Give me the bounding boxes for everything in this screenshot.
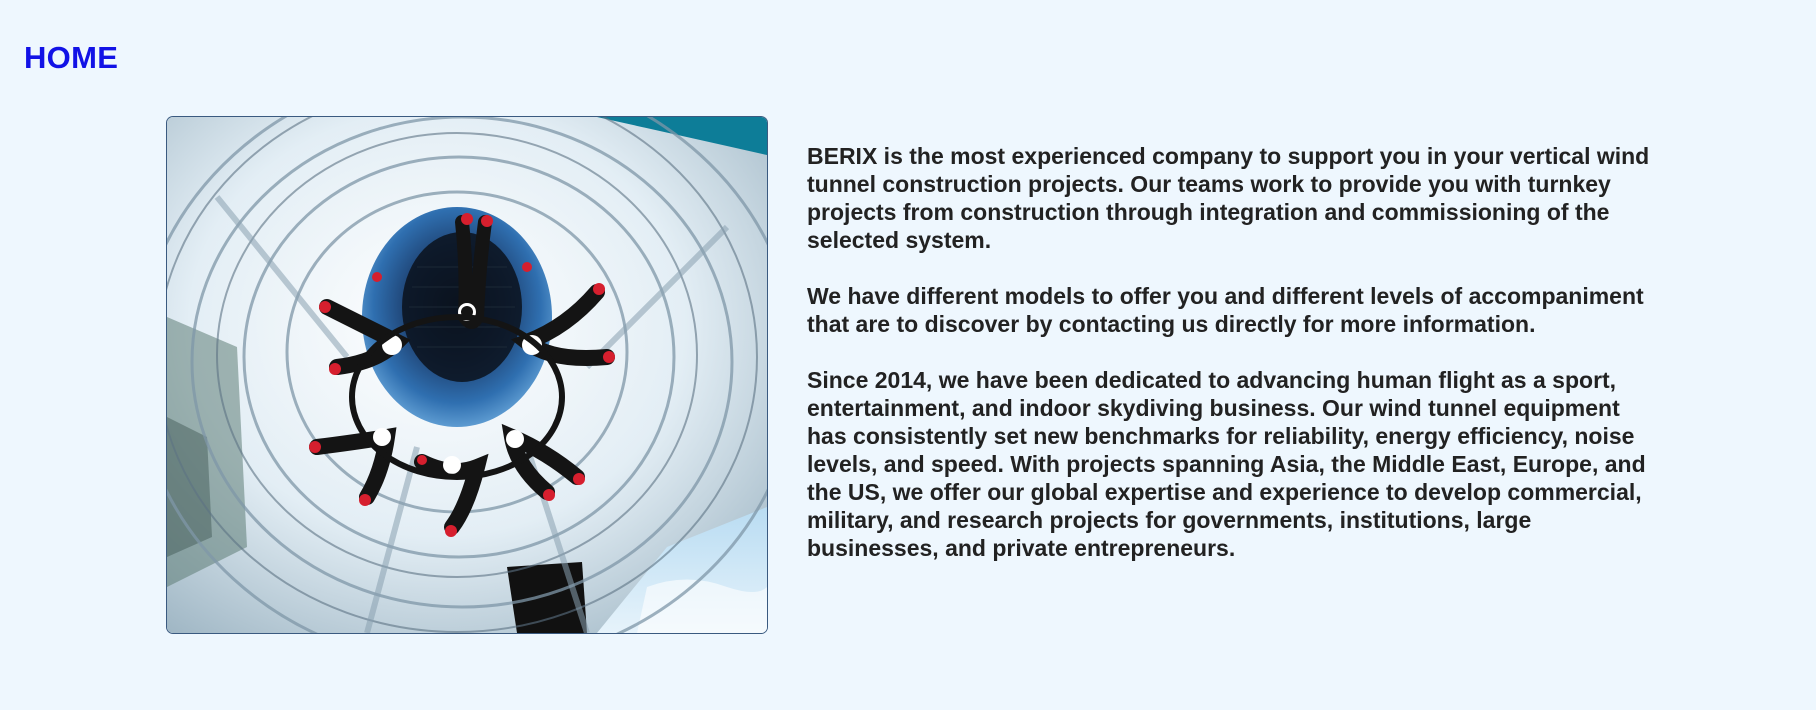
- wind-tunnel-photo: [167, 117, 767, 633]
- intro-paragraph: BERIX is the most experienced company to…: [807, 143, 1650, 253]
- about-text: BERIX is the most experienced company to…: [807, 142, 1657, 590]
- models-paragraph: We have different models to offer you an…: [807, 283, 1644, 337]
- home-link[interactable]: HOME: [24, 40, 118, 76]
- history-paragraph: Since 2014, we have been dedicated to ad…: [807, 367, 1646, 561]
- skydivers-in-tunnel-image: [167, 117, 767, 633]
